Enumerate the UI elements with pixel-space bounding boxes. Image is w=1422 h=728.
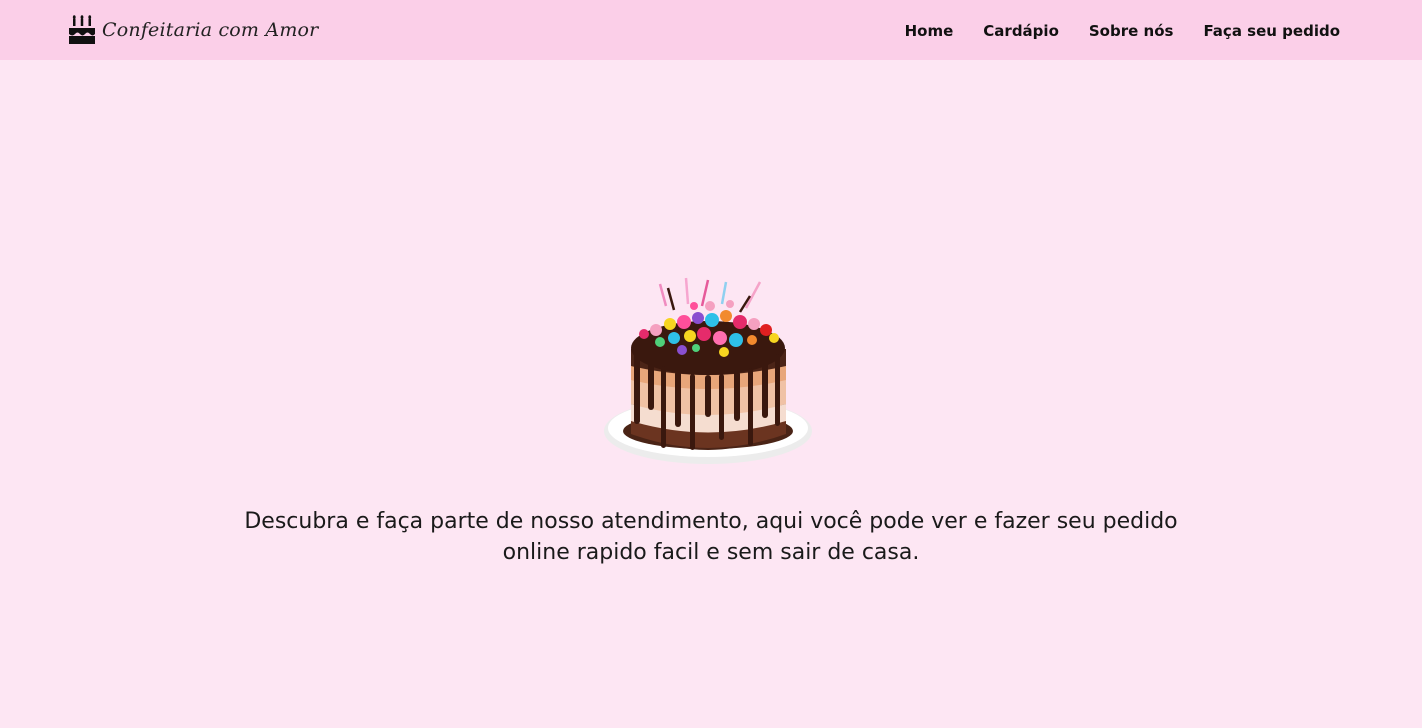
nav-item-about: Sobre nós [1089,21,1174,40]
nav-item-home: Home [905,21,954,40]
hero-description: Descubra e faça parte de nosso atendimen… [244,509,1178,565]
nav-link-faca-seu-pedido[interactable]: Faça seu pedido [1203,22,1340,40]
birthday-cake-icon [68,15,96,45]
nav-link-sobre-nos[interactable]: Sobre nós [1089,22,1174,40]
brand-logo-link[interactable]: Confeitaria com Amor [68,12,318,48]
nav-link-home[interactable]: Home [905,22,954,40]
main-navigation: Home Cardápio Sobre nós Faça seu pedido [905,0,1340,60]
chocolate-drip-cake-image [598,276,820,472]
brand-name: Confeitaria com Amor [102,19,319,41]
nav-item-order: Faça seu pedido [1203,21,1340,40]
nav-link-cardapio[interactable]: Cardápio [983,22,1059,40]
navbar: Confeitaria com Amor Home Cardápio Sobre… [0,0,1422,60]
nav-item-menu: Cardápio [983,21,1059,40]
